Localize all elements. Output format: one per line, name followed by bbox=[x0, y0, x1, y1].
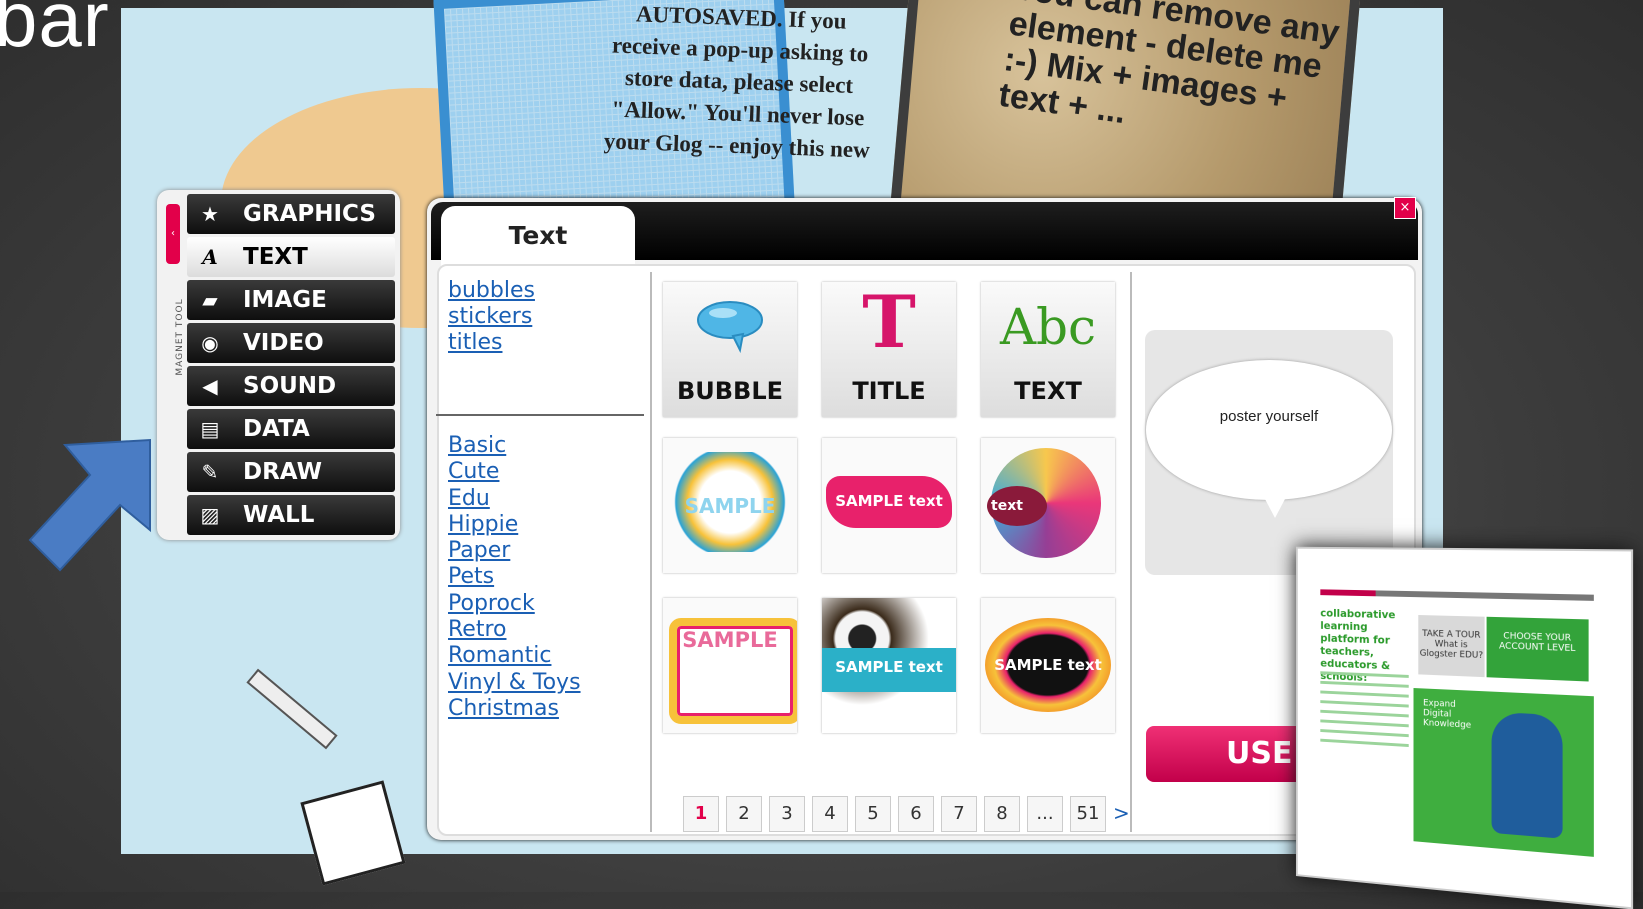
title-t-icon: T bbox=[862, 282, 916, 364]
wall-icon: ▨ bbox=[200, 503, 220, 527]
magnet-toolbar: ‹ MAGNET TOOL ★ GRAPHICS A TEXT ▰ IMAGE ◉ VI… bbox=[157, 190, 400, 540]
category-divider bbox=[436, 414, 644, 416]
thumbnail-expand-text: Expand Digital Knowledge bbox=[1423, 698, 1472, 731]
style-link-cute[interactable]: Cute bbox=[448, 459, 581, 485]
category-link-bubbles[interactable]: bubbles bbox=[448, 278, 535, 304]
star-icon: ★ bbox=[201, 202, 219, 226]
image-icon: ▰ bbox=[202, 288, 218, 312]
toolbar-item-wall[interactable]: ▨ WALL bbox=[187, 495, 395, 535]
tile-text[interactable]: Abc TEXT bbox=[981, 282, 1115, 417]
column-separator bbox=[1130, 272, 1132, 832]
toolbar-item-label: VIDEO bbox=[243, 330, 324, 356]
close-panel-button[interactable]: × bbox=[1394, 197, 1416, 219]
toolbar-item-label: DRAW bbox=[243, 459, 322, 485]
sample-label: SAMPLE text bbox=[835, 658, 943, 676]
tile-bubble[interactable]: BUBBLE bbox=[663, 282, 797, 417]
preview-text: poster yourself bbox=[1219, 408, 1319, 425]
page-button[interactable]: 7 bbox=[941, 796, 977, 832]
toolbar-item-image[interactable]: ▰ IMAGE bbox=[187, 280, 395, 320]
toolbar-item-label: TEXT bbox=[243, 244, 308, 270]
speaker-icon: ◀ bbox=[202, 374, 218, 398]
sample-label: SAMPLE text bbox=[994, 656, 1102, 674]
page-button[interactable]: 8 bbox=[984, 796, 1020, 832]
toolbar-item-draw[interactable]: ✎ DRAW bbox=[187, 452, 395, 492]
pagination: 1 2 3 4 5 6 7 8 ... 51 > bbox=[683, 796, 1133, 832]
style-link-romantic[interactable]: Romantic bbox=[448, 643, 581, 669]
category-link-stickers[interactable]: stickers bbox=[448, 304, 535, 330]
category-links: bubbles stickers titles bbox=[448, 278, 535, 356]
sample-label: text bbox=[991, 498, 1023, 514]
style-link-edu[interactable]: Edu bbox=[448, 486, 581, 512]
thumbnail-tour-sub: What is Glogster EDU? bbox=[1419, 639, 1484, 661]
tile-title[interactable]: T TITLE bbox=[822, 282, 956, 417]
thumbnail-nav-accent bbox=[1320, 589, 1376, 597]
thumbnail-student-image bbox=[1491, 711, 1563, 839]
toolbar-item-graphics[interactable]: ★ GRAPHICS bbox=[187, 194, 395, 234]
tile-sample-splash[interactable]: SAMPLE bbox=[663, 438, 797, 573]
arrow-pointer-icon bbox=[28, 438, 151, 572]
pencil-icon: ✎ bbox=[201, 460, 219, 484]
toolbar-item-text[interactable]: A TEXT bbox=[187, 237, 395, 277]
preview-bubble bbox=[1146, 360, 1392, 500]
page-button[interactable]: 5 bbox=[855, 796, 891, 832]
tile-sample-frame[interactable]: SAMPLE bbox=[663, 598, 797, 733]
style-link-vinyl-toys[interactable]: Vinyl & Toys bbox=[448, 670, 581, 696]
style-link-retro[interactable]: Retro bbox=[448, 617, 581, 643]
style-link-pets[interactable]: Pets bbox=[448, 564, 581, 590]
tile-caption: TITLE bbox=[852, 377, 926, 405]
tile-sample-retro[interactable]: SAMPLE text bbox=[822, 598, 956, 733]
style-link-paper[interactable]: Paper bbox=[448, 538, 581, 564]
tile-sample-ribbon[interactable]: SAMPLE text bbox=[822, 438, 956, 573]
style-link-christmas[interactable]: Christmas bbox=[448, 696, 581, 722]
panel-tab-text[interactable]: Text bbox=[441, 206, 635, 266]
document-icon: ▤ bbox=[200, 417, 220, 441]
column-separator bbox=[650, 272, 652, 832]
toolbar-menu: ★ GRAPHICS A TEXT ▰ IMAGE ◉ VIDEO ◀ SOUND ▤ DA… bbox=[187, 194, 395, 538]
sample-label: SAMPLE text bbox=[835, 492, 943, 510]
page-button[interactable]: 6 bbox=[898, 796, 934, 832]
toolbar-item-sound[interactable]: ◀ SOUND bbox=[187, 366, 395, 406]
toolbar-item-video[interactable]: ◉ VIDEO bbox=[187, 323, 395, 363]
page-button[interactable]: 2 bbox=[726, 796, 762, 832]
toolbar-item-label: DATA bbox=[243, 416, 310, 442]
style-link-poprock[interactable]: Poprock bbox=[448, 591, 581, 617]
text-a-icon: A bbox=[202, 245, 218, 269]
page-button[interactable]: 51 bbox=[1070, 796, 1106, 832]
toolbar-item-label: WALL bbox=[243, 502, 315, 528]
thumbnail-tour-button: TAKE A TOUR What is Glogster EDU? bbox=[1418, 614, 1485, 678]
style-links: Basic Cute Edu Hippie Paper Pets Poprock… bbox=[448, 433, 581, 722]
category-link-titles[interactable]: titles bbox=[448, 330, 535, 356]
sample-label: SAMPLE bbox=[682, 628, 778, 652]
preview-bubble-tail bbox=[1255, 480, 1295, 518]
style-link-basic[interactable]: Basic bbox=[448, 433, 581, 459]
slide-title-fragment: bar bbox=[0, 0, 110, 63]
page-ellipsis: ... bbox=[1027, 796, 1063, 832]
toolbar-item-label: SOUND bbox=[243, 373, 337, 399]
toolbar-item-label: IMAGE bbox=[243, 287, 327, 313]
tile-caption: BUBBLE bbox=[676, 377, 784, 405]
tile-caption: TEXT bbox=[1014, 377, 1082, 405]
tile-sample-swirl[interactable]: text bbox=[981, 438, 1115, 573]
page-button[interactable]: 4 bbox=[812, 796, 848, 832]
speech-bubble-icon bbox=[697, 301, 763, 353]
page-button[interactable]: 1 bbox=[683, 796, 719, 832]
film-camera-icon: ◉ bbox=[201, 331, 219, 355]
abc-icon: Abc bbox=[999, 298, 1097, 356]
next-page-icon[interactable]: > bbox=[1113, 796, 1133, 830]
magnet-tool-label: MAGNET TOOL bbox=[175, 298, 185, 376]
page-button[interactable]: 3 bbox=[769, 796, 805, 832]
thumbnail-feature-list bbox=[1320, 664, 1409, 753]
toolbar-item-label: GRAPHICS bbox=[243, 201, 376, 227]
website-thumbnail: collaborative learning platform for teac… bbox=[1295, 546, 1634, 909]
autosave-note-text: AUTOSAVED. If you receive a pop-up askin… bbox=[603, 1, 871, 163]
tile-sample-oval[interactable]: SAMPLE text bbox=[981, 598, 1115, 733]
collapse-toolbar-button[interactable]: ‹ bbox=[166, 204, 180, 264]
sample-label: SAMPLE bbox=[684, 494, 776, 518]
style-link-hippie[interactable]: Hippie bbox=[448, 512, 581, 538]
toolbar-item-data[interactable]: ▤ DATA bbox=[187, 409, 395, 449]
thumbnail-choose-button: CHOOSE YOUR ACCOUNT LEVEL bbox=[1486, 616, 1589, 682]
